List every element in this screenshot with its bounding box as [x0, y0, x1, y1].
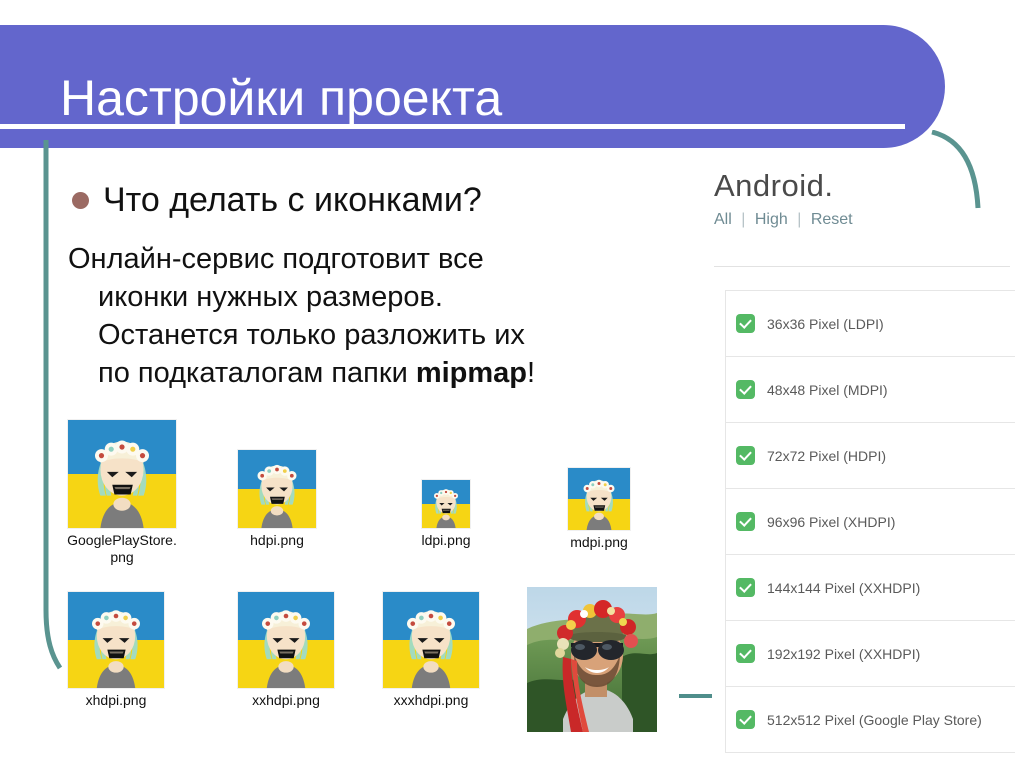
checkbox-checked-icon[interactable]	[736, 446, 755, 465]
icon-file-item[interactable]: mdpi.png	[552, 468, 646, 551]
app-icon-graphic	[238, 592, 334, 688]
icon-filename-label: xxhdpi.png	[252, 692, 320, 708]
icon-filename-label: xxxhdpi.png	[393, 692, 469, 708]
icon-thumbnail	[367, 592, 495, 688]
size-list-row[interactable]: 192x192 Pixel (XXHDPI)	[726, 621, 1015, 687]
icon-thumbnail	[552, 468, 646, 530]
paragraph-line-4-text: по подкаталогам папки	[98, 357, 416, 389]
icon-file-item[interactable]: xxhdpi.png	[222, 592, 350, 709]
size-label: 72x72 Pixel (HDPI)	[767, 447, 887, 464]
icon-thumbnail	[406, 480, 486, 528]
paragraph-line-1: Онлайн-сервис подготовит все	[68, 243, 484, 275]
size-label: 192x192 Pixel (XXHDPI)	[767, 645, 921, 662]
link-high[interactable]: High	[755, 211, 788, 228]
size-label: 512x512 Pixel (Google Play Store)	[767, 711, 982, 728]
photo-man-flower-crown	[527, 587, 657, 732]
mipmap-keyword: mipmap	[415, 357, 528, 389]
link-all[interactable]: All	[714, 211, 732, 228]
icon-file-item[interactable]: GooglePlayStore. png	[52, 420, 192, 566]
app-icon-graphic	[422, 480, 470, 528]
link-separator-2: |	[797, 211, 802, 228]
icon-file-item[interactable]: hdpi.png	[222, 450, 332, 549]
size-list-row[interactable]: 96x96 Pixel (XHDPI)	[726, 489, 1015, 555]
app-icon-graphic	[68, 420, 176, 528]
link-separator-1: |	[741, 211, 746, 228]
checkbox-checked-icon[interactable]	[736, 314, 755, 333]
size-list-row[interactable]: 512x512 Pixel (Google Play Store)	[726, 687, 1015, 753]
size-label: 36x36 Pixel (LDPI)	[767, 315, 884, 332]
icon-thumbnail	[222, 592, 350, 688]
paragraph-line-2: иконки нужных размеров.	[98, 281, 443, 313]
paragraph-tail: !	[527, 357, 536, 389]
checkbox-checked-icon[interactable]	[736, 512, 755, 531]
size-label: 48x48 Pixel (MDPI)	[767, 381, 888, 398]
icon-thumbnail	[52, 420, 192, 528]
bullet-heading: Что делать с иконками?	[103, 181, 482, 219]
icon-filename-label: ldpi.png	[421, 532, 471, 548]
checkbox-checked-icon[interactable]	[736, 644, 755, 663]
size-list-row[interactable]: 48x48 Pixel (MDPI)	[726, 357, 1015, 423]
icon-file-item[interactable]: ldpi.png	[406, 480, 486, 549]
icon-filename-label: hdpi.png	[250, 532, 304, 548]
icon-file-item[interactable]: xxxhdpi.png	[367, 592, 495, 709]
size-label: 144x144 Pixel (XXHDPI)	[767, 579, 921, 596]
body-paragraph: Онлайн-сервис подготовит все иконки нужн…	[68, 240, 668, 392]
panel-links: All | High | Reset	[714, 211, 1014, 229]
size-list-row[interactable]: 72x72 Pixel (HDPI)	[726, 423, 1015, 489]
link-reset[interactable]: Reset	[811, 211, 853, 228]
app-icon-graphic	[68, 592, 164, 688]
checkbox-checked-icon[interactable]	[736, 380, 755, 399]
app-icon-graphic	[238, 450, 316, 528]
checkbox-checked-icon[interactable]	[736, 578, 755, 597]
icon-filename-label: xhdpi.png	[85, 692, 147, 708]
page-title: Настройки проекта	[60, 69, 503, 126]
app-icon-graphic	[383, 592, 479, 688]
paragraph-line-4: по подкаталогам папки mipmap!	[68, 354, 668, 392]
size-label: 96x96 Pixel (XHDPI)	[767, 513, 896, 530]
bullet-dot-icon	[72, 192, 89, 209]
icon-thumbnail	[222, 450, 332, 528]
panel-divider	[714, 266, 1010, 267]
bullet-row: Что делать с иконками?	[72, 180, 482, 220]
paragraph-line-3: Останется только разложить их	[98, 319, 525, 351]
icon-filename-label: mdpi.png	[570, 534, 628, 550]
icon-file-item[interactable]: xhdpi.png	[52, 592, 180, 709]
size-list: 36x36 Pixel (LDPI) 48x48 Pixel (MDPI) 72x7…	[725, 290, 1015, 753]
decorative-line-photo	[679, 694, 712, 698]
size-list-row[interactable]: 36x36 Pixel (LDPI)	[726, 291, 1015, 357]
icon-thumbnail	[52, 592, 180, 688]
icon-filename-label: GooglePlayStore. png	[67, 532, 177, 565]
app-icon-graphic	[568, 468, 630, 530]
panel-title: Android.	[714, 168, 834, 203]
size-list-row[interactable]: 144x144 Pixel (XXHDPI)	[726, 555, 1015, 621]
checkbox-checked-icon[interactable]	[736, 710, 755, 729]
android-panel: Android. All | High | Reset	[714, 168, 1014, 229]
banner-underline	[0, 124, 905, 129]
